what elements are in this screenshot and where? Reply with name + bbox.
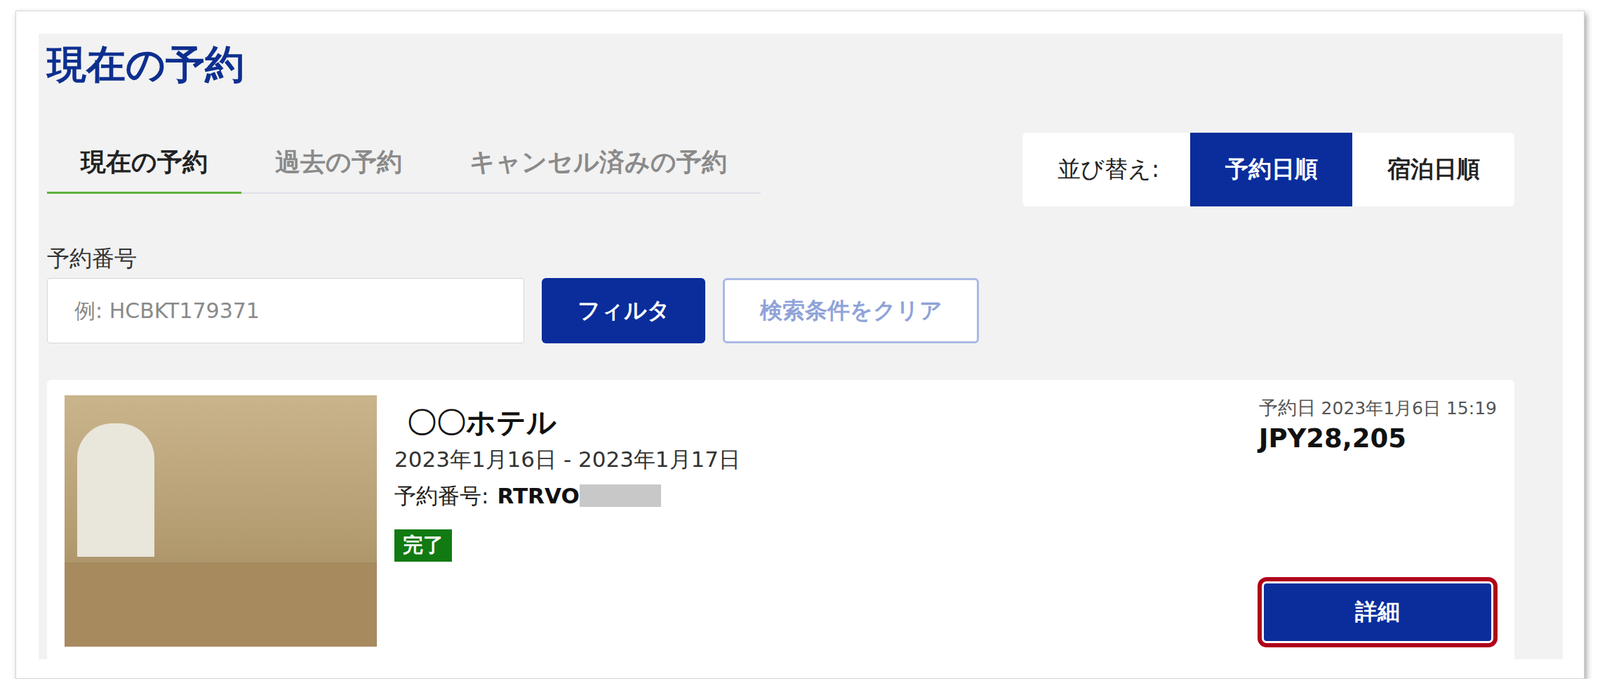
booking-number-value: RTRVO [496,481,579,510]
filter-button[interactable]: フィルタ [541,277,706,344]
stay-dates: 2023年1月16日 - 2023年1月17日 [394,444,741,473]
filter-row: フィルタ検索条件をクリア [47,277,1515,344]
booking-number-label: 予約番号: [394,481,489,510]
sort-label: 並び替え: [1022,132,1191,207]
status-badge: 完了 [394,529,452,562]
filter-button[interactable]: 検索条件をクリア [722,277,979,344]
reservations-panel: 現在の予約現在の予約過去の予約キャンセル済みの予約並び替え:予約日順宿泊日順予約… [38,33,1563,659]
page-title: 現在の予約 [47,40,1515,88]
tab[interactable]: 現在の予約 [47,132,242,194]
sort-box: 並び替え:予約日順宿泊日順 [1022,132,1515,207]
filter-label: 予約番号 [47,244,1515,273]
tab[interactable]: キャンセル済みの予約 [435,132,761,194]
reservation-info: 〇〇ホテル 2023年1月16日 - 2023年1月17日予約番号:RTRVO 完了 [394,395,1242,647]
hotel-photo [64,395,377,647]
reservation-summary: 予約日 2023年1月6日 15:19JPY28,205 詳細 [1258,395,1497,647]
hotel-name: 〇〇ホテル [407,404,557,440]
tab[interactable]: 過去の予約 [241,132,436,194]
detail-button[interactable]: 詳細 [1263,583,1492,641]
price: JPY28,205 [1258,423,1407,455]
reservation-card: 〇〇ホテル 2023年1月16日 - 2023年1月17日予約番号:RTRVO 完了… [47,379,1515,659]
tab-bar: 現在の予約過去の予約キャンセル済みの予約 [47,132,761,194]
screenshot-frame: 現在の予約現在の予約過去の予約キャンセル済みの予約並び替え:予約日順宿泊日順予約… [15,10,1585,679]
redaction-mask [579,484,662,507]
toolbar: 現在の予約過去の予約キャンセル済みの予約 並び替え:予約日順宿泊日順 [47,132,1515,207]
booking-number-input[interactable] [47,277,525,344]
booked-date: 予約日 2023年1月6日 15:19 [1258,395,1497,421]
booking-number: 予約番号:RTRVO [394,481,662,510]
sort-option[interactable]: 宿泊日順 [1352,132,1515,207]
sort-option[interactable]: 予約日順 [1190,132,1353,207]
